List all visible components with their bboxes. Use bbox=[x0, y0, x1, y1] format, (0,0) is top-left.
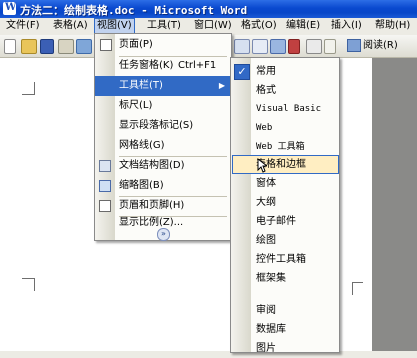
view-menu-item-task-pane[interactable]: 任务窗格(K) Ctrl+F1 bbox=[95, 56, 231, 76]
toolbar-item-forms[interactable]: 窗体 bbox=[231, 174, 339, 193]
document-map-icon[interactable] bbox=[306, 39, 322, 54]
view-menu-item-document-map[interactable]: 文档结构图(D) bbox=[95, 156, 231, 176]
submenu-item-label: 框架集 bbox=[256, 273, 286, 284]
menu-item-label: 页面(P) bbox=[119, 39, 153, 50]
columns-icon[interactable] bbox=[270, 39, 286, 54]
menu-view[interactable]: 视图(V) bbox=[94, 18, 135, 34]
submenu-item-label: 大纲 bbox=[256, 197, 276, 208]
margin-corner-mark bbox=[352, 282, 363, 295]
menu-insert[interactable]: 插入(I) bbox=[329, 19, 364, 33]
toolbar-item-drawing[interactable]: 绘图 bbox=[231, 231, 339, 250]
toolbar-item-control-toolbox[interactable]: 控件工具箱 bbox=[231, 250, 339, 269]
view-menu-item-ruler[interactable]: 标尺(L) bbox=[95, 96, 231, 116]
save-icon[interactable] bbox=[40, 39, 54, 54]
submenu-item-label: 电子邮件 bbox=[256, 216, 296, 227]
toolbar-item-standard[interactable]: ✓ 常用 bbox=[231, 62, 339, 81]
toolbar-item-outline[interactable]: 大纲 bbox=[231, 193, 339, 212]
submenu-item-label: 常用 bbox=[256, 66, 276, 77]
insert-excel-icon[interactable] bbox=[252, 39, 268, 54]
submenu-item-label: 绘图 bbox=[256, 235, 276, 246]
view-menu-item-gridlines[interactable]: 网格线(G) bbox=[95, 136, 231, 156]
toolbar-item-web[interactable]: Web bbox=[231, 119, 339, 138]
submenu-item-label: 控件工具箱 bbox=[256, 254, 306, 265]
checkmark-icon: ✓ bbox=[234, 64, 250, 80]
page-layout-icon bbox=[100, 39, 112, 51]
submenu-item-label: 格式 bbox=[256, 85, 276, 96]
menu-item-label: 标尺(L) bbox=[119, 100, 153, 111]
submenu-item-label: 审阅 bbox=[256, 305, 276, 316]
menu-item-label: 页眉和页脚(H) bbox=[119, 200, 185, 211]
menu-item-label: 文档结构图(D) bbox=[119, 160, 185, 171]
submenu-arrow-icon: ▶ bbox=[218, 81, 225, 90]
email-icon[interactable] bbox=[76, 39, 92, 54]
menu-format[interactable]: 格式(O) bbox=[239, 19, 279, 33]
menu-help[interactable]: 帮助(H) bbox=[373, 19, 412, 33]
view-menu-item-header-footer[interactable]: 页眉和页脚(H) bbox=[95, 196, 231, 216]
header-footer-icon bbox=[99, 200, 111, 212]
submenu-item-label: 数据库 bbox=[256, 324, 286, 335]
toolbar-item-reviewing[interactable]: 审阅 bbox=[231, 301, 339, 320]
submenu-item-label: Visual Basic bbox=[256, 104, 322, 114]
menu-file[interactable]: 文件(F) bbox=[4, 19, 42, 33]
view-menu-item-thumbnails[interactable]: 缩略图(B) bbox=[95, 176, 231, 196]
document-map-icon bbox=[99, 160, 111, 172]
expand-menu-chevron-icon[interactable]: » bbox=[157, 228, 170, 241]
window-title: 方法二：绘制表格.doc - Microsoft Word bbox=[20, 4, 248, 17]
menu-item-label: 工具栏(T) bbox=[119, 80, 163, 91]
menu-item-label: 缩略图(B) bbox=[119, 180, 164, 191]
toolbar-item-email[interactable]: 电子邮件 bbox=[231, 212, 339, 231]
read-button[interactable]: 阅读(R) bbox=[347, 38, 411, 53]
open-folder-icon[interactable] bbox=[21, 39, 37, 54]
show-hide-icon[interactable] bbox=[324, 39, 336, 54]
insert-table-icon[interactable] bbox=[234, 39, 250, 54]
toolbar-item-formatting[interactable]: 格式 bbox=[231, 81, 339, 100]
toolbar-item-picture[interactable]: 图片 bbox=[231, 339, 339, 358]
toolbar-item-tables-borders[interactable]: 表格和边框 bbox=[231, 155, 339, 174]
view-menu: 页面(P) 任务窗格(K) Ctrl+F1 工具栏(T) ▶ 标尺(L) 显示段… bbox=[94, 33, 232, 241]
margin-corner-mark bbox=[22, 82, 35, 95]
view-menu-item-page[interactable]: 页面(P) bbox=[95, 35, 231, 55]
toolbar-item-database[interactable]: 数据库 bbox=[231, 320, 339, 339]
thumbnails-icon bbox=[99, 180, 111, 192]
menu-edit[interactable]: 编辑(E) bbox=[284, 19, 322, 33]
toolbar-item-visual-basic[interactable]: Visual Basic bbox=[231, 100, 339, 119]
toolbars-submenu: ✓ 常用 格式 Visual Basic Web Web 工具箱 表格和边框 窗… bbox=[230, 57, 340, 354]
menu-table[interactable]: 表格(A) bbox=[51, 19, 90, 33]
menu-tools[interactable]: 工具(T) bbox=[145, 19, 183, 33]
new-document-icon[interactable] bbox=[4, 39, 16, 54]
margin-corner-mark bbox=[22, 278, 35, 291]
drawing-icon[interactable] bbox=[288, 39, 300, 54]
permission-icon[interactable] bbox=[58, 39, 74, 54]
read-button-label: 阅读(R) bbox=[363, 40, 398, 51]
submenu-item-label: Web bbox=[256, 123, 273, 133]
view-menu-item-toolbars[interactable]: 工具栏(T) ▶ bbox=[95, 76, 231, 96]
toolbar-item-frames[interactable]: 框架集 bbox=[231, 269, 339, 288]
read-mode-icon bbox=[347, 38, 361, 52]
view-menu-item-formatting-marks[interactable]: 显示段落标记(S) bbox=[95, 116, 231, 136]
menu-item-label: 显示比例(Z)... bbox=[119, 217, 184, 228]
menu-item-label: 任务窗格(K) bbox=[119, 60, 174, 71]
word-app-icon[interactable] bbox=[3, 2, 16, 15]
menu-item-label: 网格线(G) bbox=[119, 140, 165, 151]
mouse-cursor-icon bbox=[257, 158, 267, 173]
menu-item-label: 显示段落标记(S) bbox=[119, 120, 194, 131]
submenu-item-label: 窗体 bbox=[256, 178, 276, 189]
submenu-item-label: 图片 bbox=[256, 343, 276, 354]
menu-item-shortcut: Ctrl+F1 bbox=[178, 60, 217, 71]
menu-window[interactable]: 窗口(W) bbox=[192, 19, 234, 33]
